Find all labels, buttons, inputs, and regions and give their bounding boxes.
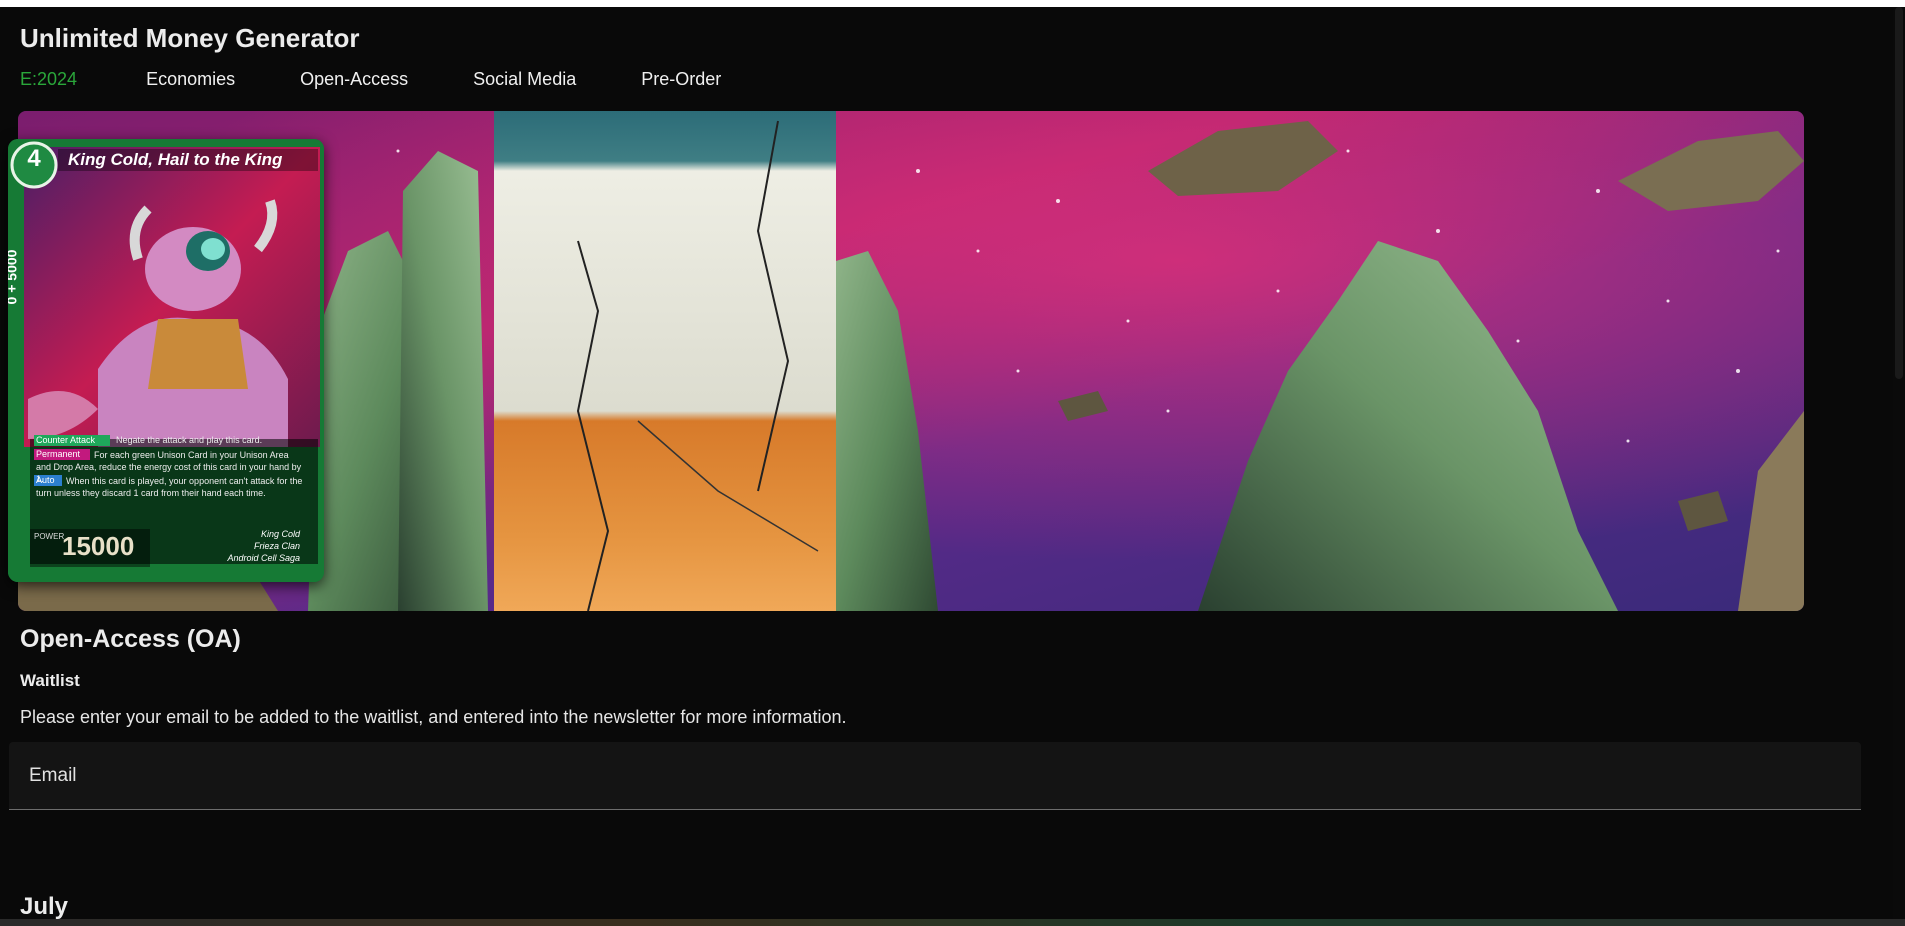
card-name: King Cold, Hail to the King [68, 150, 283, 169]
nav-item-pre-order[interactable]: Pre-Order [641, 69, 721, 90]
card-power-label: POWER [34, 532, 65, 541]
card-ability-1-tag: Counter Attack [36, 435, 96, 445]
page-scrollbar[interactable] [1893, 7, 1905, 919]
bottom-edge-strip [0, 919, 1905, 926]
nav-item-economies[interactable]: Economies [146, 69, 235, 90]
site-title: Unlimited Money Generator [20, 23, 360, 53]
card-ability-1: Negate the attack and play this card. [116, 435, 263, 445]
nav-item-open-access[interactable]: Open-Access [300, 69, 408, 90]
card-trait-3: Android Cell Saga [227, 553, 300, 563]
email-field-container [9, 742, 1861, 810]
waitlist-heading: Waitlist [20, 671, 80, 690]
month-heading: July [20, 893, 69, 919]
nav-brand-link[interactable]: E:2024 [20, 69, 77, 90]
card-power: 15000 [62, 531, 135, 561]
card-trait-1: King Cold [260, 529, 300, 539]
top-nav: E:2024 Economies Open-Access Social Medi… [20, 69, 786, 90]
page: Unlimited Money Generator E:2024 Economi… [0, 7, 1905, 919]
card-cost: 4 [27, 145, 41, 172]
card-artwork [8, 139, 324, 582]
waitlist-description: Please enter your email to be added to t… [20, 707, 847, 727]
trading-card-image: 4 King Cold, Hail to the King 0 + 5000 C… [8, 139, 324, 582]
card-combo: 0 + 5000 [8, 249, 20, 305]
card-ability-3: When this card is played, your opponent … [36, 476, 303, 498]
nav-item-social-media[interactable]: Social Media [473, 69, 576, 90]
card-trait-2: Frieza Clan [253, 541, 300, 551]
email-input[interactable] [9, 742, 1861, 809]
scrollbar-thumb[interactable] [1895, 7, 1903, 379]
section-title: Open-Access (OA) [20, 625, 241, 653]
